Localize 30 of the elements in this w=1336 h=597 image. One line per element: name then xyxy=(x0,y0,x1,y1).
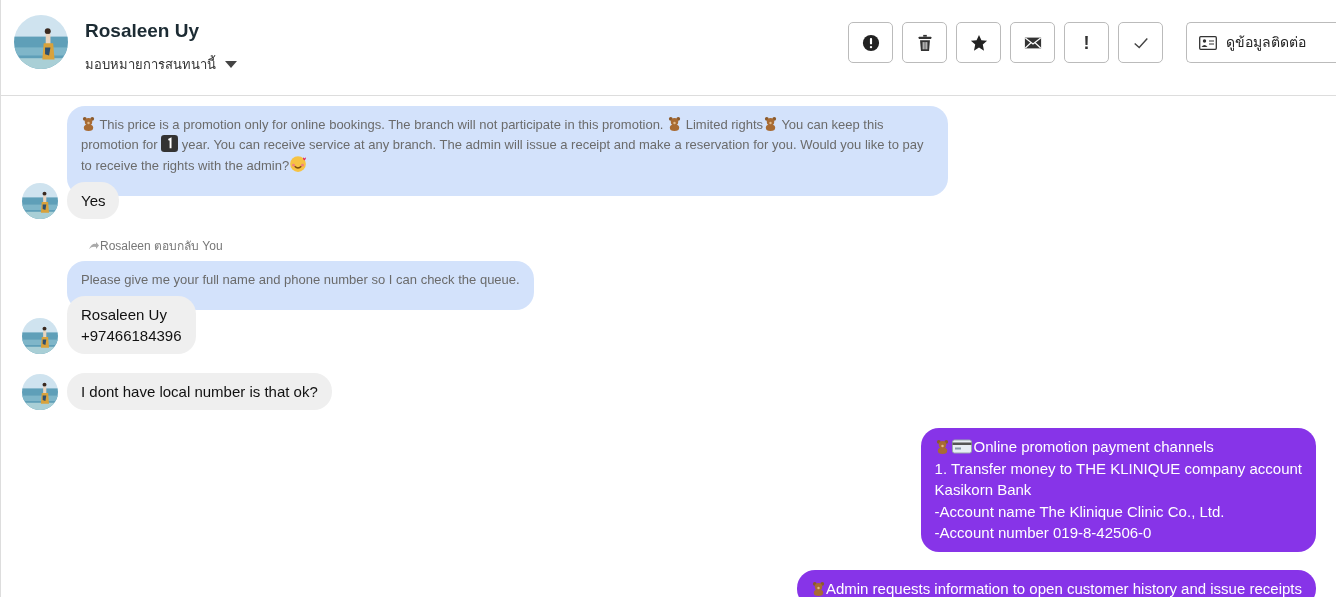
message-bubble: Admin requests information to open customer history and issue receipts xyxy=(796,569,1316,597)
message-bubble: I dont have local number is that ok? xyxy=(67,373,332,410)
toolbar-button[interactable]: ! xyxy=(1064,22,1109,63)
toolbar-button[interactable] xyxy=(848,22,893,63)
contact-name: Rosaleen Uy xyxy=(85,19,201,43)
smiling-face-icon xyxy=(289,155,308,173)
message-bubble: Online promotion payment channels 1. Transfer money to THE KLINIQUE company account Kasikorn Bank -Account name The Klinique Clinic Co., Ltd. -Account number 019-8-42506-0 xyxy=(920,428,1316,552)
view-contact-button[interactable]: ดูข้อมูลติดต่อ xyxy=(1186,22,1336,63)
exclamation-mark: ! xyxy=(1083,33,1090,52)
toolbar-button[interactable] xyxy=(956,22,1001,63)
teddy-bear-icon xyxy=(667,116,683,131)
toolbar-button[interactable] xyxy=(1010,22,1055,63)
star-icon xyxy=(969,33,988,52)
reply-note: Rosaleen ตอบกลับ You xyxy=(100,238,223,255)
reply-arrow-icon xyxy=(89,242,99,250)
caret-icon xyxy=(225,60,237,68)
message-bubble: Rosaleen Uy +97466184396 xyxy=(67,296,196,354)
teddy-bear-icon xyxy=(810,580,826,596)
teddy-bear-icon xyxy=(81,116,96,131)
contact-card-icon xyxy=(1199,35,1217,50)
message-bubble: Please give me your full name and phone number so I can check the queue. xyxy=(67,261,534,310)
message-bubble: Yes xyxy=(67,182,120,219)
message-bubble: This price is a promotion only for online bookings. The branch will not participate in this promotion. Limited rights You can keep this promotion for year. You can receive service at any branch. The admin will issue a receipt and make a reservation for you. Would you like to pay to receive the rights with the admin? xyxy=(67,106,948,196)
assign-dropdown[interactable]: มอบหมายการสนทนานี้ xyxy=(85,54,237,74)
toolbar-button[interactable] xyxy=(902,22,947,63)
teddy-bear-icon xyxy=(763,116,778,131)
teddy-bear-icon xyxy=(934,439,950,454)
credit-card-icon xyxy=(951,439,972,454)
number-one-icon xyxy=(161,135,179,152)
alert-icon xyxy=(861,33,880,52)
